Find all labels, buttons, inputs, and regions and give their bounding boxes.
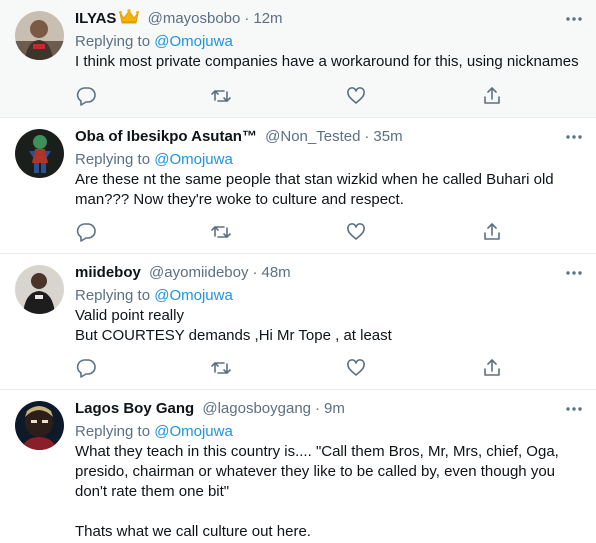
replying-to-label: Replying to xyxy=(75,151,151,168)
tweet-body: Oba of Ibesikpo Asutan™ @Non_Tested · 35m … xyxy=(75,126,584,210)
tweet-body: Lagos Boy Gang @lagosboygang · 9m Replying… xyxy=(75,398,584,542)
heart-icon[interactable] xyxy=(345,221,367,243)
avatar[interactable] xyxy=(15,11,64,60)
avatar[interactable] xyxy=(15,265,64,314)
share-icon[interactable] xyxy=(481,221,503,243)
share-icon[interactable] xyxy=(481,85,503,107)
user-name[interactable]: miideboy xyxy=(75,264,141,281)
user-handle[interactable]: @lagosboygang xyxy=(202,400,311,417)
tweet[interactable]: miideboy @ayomiideboy · 48m Replying to @O… xyxy=(0,254,596,390)
replying-to: Replying to @Omojuwa xyxy=(75,32,584,52)
user-name[interactable]: Oba of Ibesikpo Asutan™ xyxy=(75,128,257,145)
crown-emoji-icon xyxy=(119,9,140,32)
timestamp[interactable]: 9m xyxy=(324,400,345,417)
tweet-text: Are these nt the same people that stan w… xyxy=(75,171,558,208)
user-name[interactable]: ILYAS xyxy=(75,10,116,27)
reply-mention[interactable]: @Omojuwa xyxy=(154,423,233,440)
tweet-actions xyxy=(75,221,505,243)
timestamp[interactable]: 35m xyxy=(373,128,402,145)
tweet-header: miideboy @ayomiideboy · 48m xyxy=(75,262,584,284)
heart-icon[interactable] xyxy=(345,357,367,379)
more-icon[interactable] xyxy=(564,400,584,418)
replying-to-label: Replying to xyxy=(75,287,151,304)
reply-mention[interactable]: @Omojuwa xyxy=(154,33,233,50)
user-handle[interactable]: @Non_Tested xyxy=(265,128,360,145)
user-handle[interactable]: @mayosbobo xyxy=(148,10,241,27)
retweet-icon[interactable] xyxy=(210,85,232,107)
more-icon[interactable] xyxy=(564,264,584,282)
replying-to-label: Replying to xyxy=(75,33,151,50)
tweet[interactable]: Lagos Boy Gang @lagosboygang · 9m Replying… xyxy=(0,390,596,543)
separator: · xyxy=(315,400,320,417)
replying-to: Replying to @Omojuwa xyxy=(75,286,584,306)
replying-to: Replying to @Omojuwa xyxy=(75,150,584,170)
more-icon[interactable] xyxy=(564,128,584,146)
tweet-header: ILYAS @mayosbobo · 12m xyxy=(75,8,584,30)
tweet-actions xyxy=(75,357,505,379)
heart-icon[interactable] xyxy=(345,85,367,107)
tweet-header: Lagos Boy Gang @lagosboygang · 9m xyxy=(75,398,584,420)
user-handle[interactable]: @ayomiideboy xyxy=(149,264,248,281)
more-icon[interactable] xyxy=(564,10,584,28)
tweet-header: Oba of Ibesikpo Asutan™ @Non_Tested · 35m xyxy=(75,126,584,148)
share-icon[interactable] xyxy=(481,357,503,379)
tweet-body: miideboy @ayomiideboy · 48m Replying to @O… xyxy=(75,262,584,346)
retweet-icon[interactable] xyxy=(210,221,232,243)
avatar[interactable] xyxy=(15,129,64,178)
retweet-icon[interactable] xyxy=(210,357,232,379)
replying-to: Replying to @Omojuwa xyxy=(75,422,584,442)
timestamp[interactable]: 12m xyxy=(253,10,282,27)
reply-mention[interactable]: @Omojuwa xyxy=(154,287,233,304)
timestamp[interactable]: 48m xyxy=(261,264,290,281)
comment-icon[interactable] xyxy=(75,357,97,379)
separator: · xyxy=(364,128,370,145)
replying-to-label: Replying to xyxy=(75,423,151,440)
reply-feed: ILYAS @mayosbobo · 12m Replying to @Omojuw… xyxy=(0,0,596,543)
separator: · xyxy=(252,264,258,281)
tweet-text: Valid point really But COURTESY demands … xyxy=(75,307,392,344)
user-name[interactable]: Lagos Boy Gang xyxy=(75,400,194,417)
tweet[interactable]: ILYAS @mayosbobo · 12m Replying to @Omojuw… xyxy=(0,0,596,118)
reply-mention[interactable]: @Omojuwa xyxy=(154,151,233,168)
comment-icon[interactable] xyxy=(75,85,97,107)
avatar[interactable] xyxy=(15,401,64,450)
comment-icon[interactable] xyxy=(75,221,97,243)
tweet-text: What they teach in this country is.... "… xyxy=(75,443,559,540)
tweet-body: ILYAS @mayosbobo · 12m Replying to @Omojuw… xyxy=(75,8,584,72)
separator: · xyxy=(244,10,250,27)
tweet[interactable]: Oba of Ibesikpo Asutan™ @Non_Tested · 35m … xyxy=(0,118,596,254)
tweet-actions xyxy=(75,85,505,107)
tweet-text: I think most private companies have a wo… xyxy=(75,53,579,70)
